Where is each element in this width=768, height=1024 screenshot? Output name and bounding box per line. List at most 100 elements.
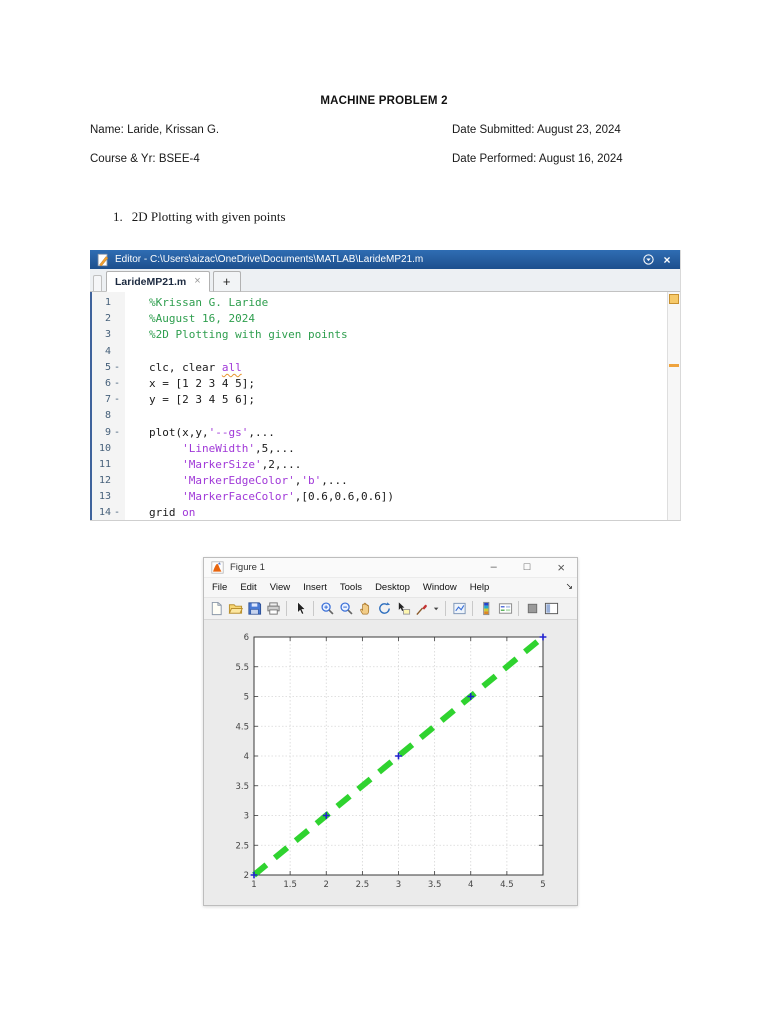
pan-icon[interactable] — [356, 600, 374, 618]
code-line: %2D Plotting with given points — [149, 328, 348, 342]
date-performed: Date Performed: August 16, 2024 — [452, 153, 623, 165]
figure-titlebar[interactable]: Figure 1 – □ × — [204, 558, 577, 578]
menu-edit[interactable]: Edit — [240, 582, 256, 593]
matlab-figure-window: Figure 1 – □ × File Edit View Insert Tools De… — [203, 557, 578, 906]
course-year: Course & Yr: BSEE-4 — [90, 153, 200, 165]
svg-text:3.5: 3.5 — [235, 782, 249, 792]
svg-text:4.5: 4.5 — [235, 722, 249, 732]
svg-text:5: 5 — [244, 693, 249, 703]
code-line: plot(x,y,'--gs',... — [149, 425, 275, 439]
dock-icon[interactable] — [523, 600, 541, 618]
zoom-out-icon[interactable] — [337, 600, 355, 618]
window-layout-icon[interactable] — [542, 600, 560, 618]
code-line: %Krissan G. Laride — [149, 296, 269, 309]
caret-down-icon[interactable] — [432, 600, 441, 618]
date-submitted: Date Submitted: August 23, 2024 — [452, 124, 621, 136]
editor-body: 1 2 3 4 5-6-7-8 9-10 11 12 13 14- %Krissan G. Lar… — [90, 292, 680, 520]
editor-tabbar: LarideMP21.m × + — [90, 269, 680, 292]
page-title: MACHINE PROBLEM 2 — [320, 95, 448, 107]
toolbar-separator — [518, 601, 519, 616]
code-line: y = [2 3 4 5 6]; — [149, 393, 255, 407]
code-line: grid on — [149, 506, 196, 520]
matlab-editor-window: Editor - C:\Users\aizac\OneDrive\Documen… — [90, 250, 681, 521]
toolbar-separator — [313, 601, 314, 616]
rotate-3d-icon[interactable] — [375, 600, 393, 618]
menu-help[interactable]: Help — [470, 582, 490, 593]
item-text: 2D Plotting with given points — [131, 209, 286, 224]
editor-titlebar[interactable]: Editor - C:\Users\aizac\OneDrive\Documen… — [90, 250, 680, 269]
open-file-icon[interactable] — [226, 600, 244, 618]
line-number: 1 — [104, 297, 111, 308]
menu-view[interactable]: View — [270, 582, 290, 593]
line-number: 3 — [104, 329, 111, 341]
figure-canvas: 1 1.5 2 2.5 3 3.5 4 4.5 5 2 2.5 3 3.5 4 4.5 5 5.5 6 — [204, 620, 577, 903]
maximize-button[interactable]: □ — [524, 562, 531, 573]
save-icon[interactable] — [245, 600, 263, 618]
menu-file[interactable]: File — [212, 582, 227, 593]
svg-text:4: 4 — [244, 752, 249, 762]
plot-canvas[interactable]: 1 1.5 2 2.5 3 3.5 4 4.5 5 2 2.5 3 3.5 4 4.5 5 5.5 6 — [204, 620, 577, 903]
figure-toolbar — [204, 597, 577, 620]
colorbar-icon[interactable] — [477, 600, 495, 618]
svg-text:2: 2 — [324, 880, 329, 890]
close-button[interactable]: × — [557, 561, 565, 574]
student-name: Name: Laride, Krissan G. — [90, 124, 220, 136]
menu-insert[interactable]: Insert — [303, 582, 327, 593]
line-number: 14- — [98, 507, 121, 519]
data-cursor-icon[interactable] — [394, 600, 412, 618]
line-number: 11 — [98, 458, 111, 470]
tab-laridemp21[interactable]: LarideMP21.m × — [106, 271, 210, 292]
menu-tools[interactable]: Tools — [340, 582, 362, 593]
line-number: 13 — [98, 491, 111, 503]
toolbar-separator — [286, 601, 287, 616]
print-icon[interactable] — [264, 600, 282, 618]
code-line: 'MarkerFaceColor',[0.6,0.6,0.6]) — [182, 490, 395, 504]
line-number: 8 — [104, 410, 111, 422]
toolbar-separator — [472, 601, 473, 616]
new-tab-button[interactable]: + — [212, 271, 241, 292]
svg-text:2.5: 2.5 — [235, 841, 249, 851]
editor-page-icon — [96, 253, 110, 267]
code-line: 'LineWidth',5,... — [182, 441, 295, 455]
svg-text:5.5: 5.5 — [235, 663, 249, 673]
legend-icon[interactable] — [496, 600, 514, 618]
figure-window-title: Figure 1 — [230, 562, 265, 573]
code-line: x = [1 2 3 4 5]; — [149, 376, 255, 390]
menu-window[interactable]: Window — [423, 582, 457, 593]
minimize-button[interactable]: – — [491, 562, 497, 573]
svg-text:3: 3 — [396, 880, 401, 890]
editor-gutter: 1 2 3 4 5-6-7-8 9-10 11 12 13 14- — [92, 292, 125, 520]
svg-text:5: 5 — [540, 880, 545, 890]
editor-code[interactable]: %Krissan G. Laride %August 16, 2024 %2D Pl… — [125, 292, 667, 520]
message-indicator-icon[interactable] — [669, 294, 679, 304]
new-file-icon[interactable] — [207, 600, 225, 618]
line-number: 2 — [104, 313, 111, 325]
svg-text:2: 2 — [244, 871, 249, 881]
tab-close-icon[interactable]: × — [194, 276, 200, 287]
line-number: 5- — [104, 361, 121, 373]
link-plot-icon[interactable] — [450, 600, 468, 618]
brush-icon[interactable] — [413, 600, 431, 618]
matlab-figure-icon — [211, 561, 224, 574]
cursor-icon[interactable] — [291, 600, 309, 618]
zoom-in-icon[interactable] — [318, 600, 336, 618]
tab-label: LarideMP21.m — [115, 275, 187, 288]
editor-close-button[interactable]: × — [660, 253, 674, 267]
editor-menu-circle-icon[interactable] — [641, 253, 655, 267]
svg-text:4: 4 — [468, 880, 473, 890]
line-number: 12 — [98, 475, 111, 487]
code-line: %August 16, 2024 — [149, 312, 255, 326]
toolbar-separator — [445, 601, 446, 616]
menu-desktop[interactable]: Desktop — [375, 582, 410, 593]
code-line: 'MarkerSize',2,... — [182, 457, 302, 471]
dock-figure-icon[interactable]: ↘ — [565, 581, 573, 592]
svg-text:6: 6 — [244, 633, 249, 643]
problem-item-1: 1. 2D Plotting with given points — [113, 209, 286, 225]
editor-indicator-column[interactable] — [667, 292, 680, 520]
warning-marker-icon[interactable] — [669, 364, 679, 367]
editor-window-title: Editor - C:\Users\aizac\OneDrive\Documen… — [115, 254, 424, 265]
line-number: 10 — [98, 442, 111, 454]
tab-scroll-stub — [93, 275, 102, 291]
figure-menubar: File Edit View Insert Tools Desktop Window Help… — [204, 578, 577, 597]
